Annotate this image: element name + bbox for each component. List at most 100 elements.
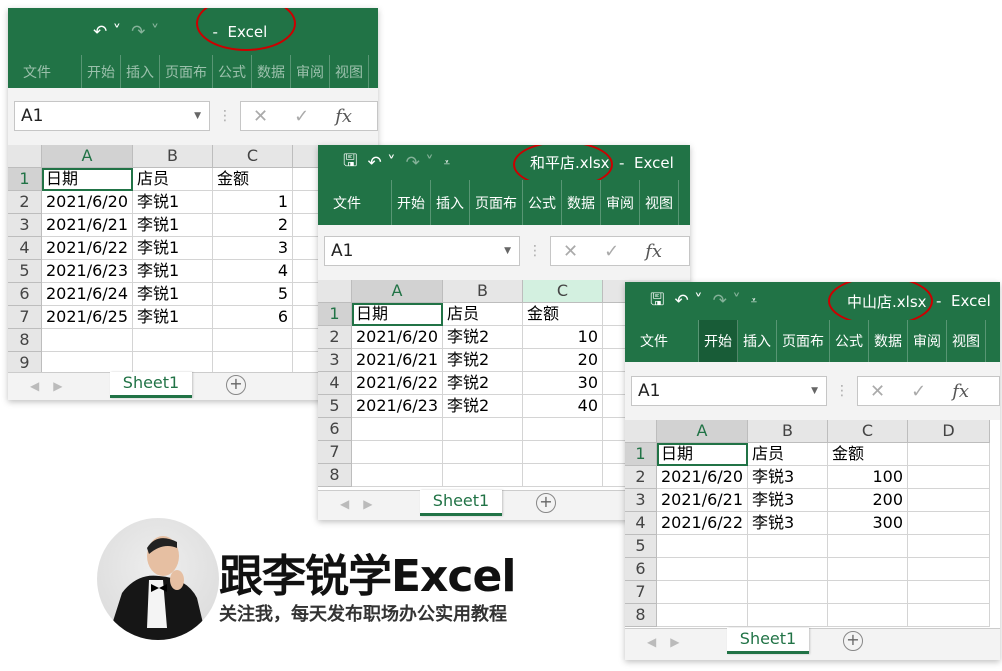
cell-A7[interactable]: 2021/6/25: [42, 306, 133, 329]
save-icon[interactable]: 🖫: [343, 148, 357, 177]
cell-A3[interactable]: 2021/6/21: [657, 489, 748, 512]
cell-A3[interactable]: 2021/6/21: [352, 349, 443, 372]
cell-B8[interactable]: [133, 329, 213, 352]
cell-B6[interactable]: [748, 558, 828, 581]
cell-A3[interactable]: 2021/6/21: [42, 214, 133, 237]
row-header[interactable]: 3: [318, 349, 352, 372]
cell-C6[interactable]: [828, 558, 908, 581]
cell-C6[interactable]: [523, 418, 603, 441]
enter-check-icon[interactable]: ✓: [294, 106, 309, 127]
cell-B1[interactable]: 店员: [133, 168, 213, 191]
cell-B3[interactable]: 李锐2: [443, 349, 523, 372]
cell-D5[interactable]: [908, 535, 990, 558]
insert-function-icon[interactable]: fx: [952, 381, 969, 402]
sheet-scroll-arrows-icon[interactable]: ◀▶: [647, 635, 693, 649]
cell-B2[interactable]: 李锐2: [443, 326, 523, 349]
cell-B2[interactable]: 李锐1: [133, 191, 213, 214]
ribbon-tab[interactable]: 公式: [830, 320, 869, 362]
cell-C4[interactable]: 3: [213, 237, 293, 260]
cell-B1[interactable]: 店员: [443, 303, 523, 326]
column-header[interactable]: A: [352, 280, 443, 303]
chevron-down-icon[interactable]: ▼: [811, 386, 818, 396]
cell-A2[interactable]: 2021/6/20: [352, 326, 443, 349]
cell-B5[interactable]: 李锐2: [443, 395, 523, 418]
row-header[interactable]: 7: [318, 441, 352, 464]
cell-A4[interactable]: 2021/6/22: [657, 512, 748, 535]
cell-B4[interactable]: 李锐1: [133, 237, 213, 260]
cancel-icon[interactable]: ✕: [870, 381, 885, 402]
sheet-tab[interactable]: Sheet1: [420, 490, 502, 516]
cell-C4[interactable]: 30: [523, 372, 603, 395]
ribbon-tab[interactable]: 公式: [213, 55, 252, 88]
select-all-corner[interactable]: [8, 145, 42, 168]
cell-B8[interactable]: [748, 604, 828, 627]
cell-A7[interactable]: [352, 441, 443, 464]
column-header[interactable]: D: [908, 420, 990, 443]
cell-A8[interactable]: [352, 464, 443, 487]
redo-icon[interactable]: ↷ ˅: [713, 291, 741, 311]
sheet-tab[interactable]: Sheet1: [110, 372, 192, 398]
select-all-corner[interactable]: [625, 420, 657, 443]
ribbon-tab[interactable]: 审阅: [291, 55, 330, 88]
cell-C1[interactable]: 金额: [828, 443, 908, 466]
row-header[interactable]: 4: [8, 237, 42, 260]
worksheet-grid[interactable]: A B C D 1 日期 店员 金额 2 2021/6/20 李锐3 100 3 2021/6/21 李锐3…: [625, 420, 1000, 628]
sheet-scroll-arrows-icon[interactable]: ◀▶: [30, 379, 76, 393]
cell-B3[interactable]: 李锐1: [133, 214, 213, 237]
ribbon-tab[interactable]: 文件: [635, 320, 699, 362]
cell-B5[interactable]: [748, 535, 828, 558]
cell-C3[interactable]: 20: [523, 349, 603, 372]
row-header[interactable]: 4: [318, 372, 352, 395]
column-header[interactable]: B: [443, 280, 523, 303]
cell-A2[interactable]: 2021/6/20: [42, 191, 133, 214]
cell-A8[interactable]: [657, 604, 748, 627]
row-header[interactable]: 7: [625, 581, 657, 604]
cell-B7[interactable]: 李锐1: [133, 306, 213, 329]
cell-D3[interactable]: [908, 489, 990, 512]
cell-A6[interactable]: [352, 418, 443, 441]
cell-A5[interactable]: [657, 535, 748, 558]
name-box[interactable]: A1 ▼: [631, 376, 827, 406]
add-sheet-icon[interactable]: +: [843, 631, 863, 651]
cell-C8[interactable]: [213, 329, 293, 352]
cell-B7[interactable]: [748, 581, 828, 604]
ribbon-tab[interactable]: 页面布: [160, 55, 213, 88]
row-header[interactable]: 2: [318, 326, 352, 349]
undo-icon[interactable]: ↶ ˅: [93, 22, 121, 42]
cell-A5[interactable]: 2021/6/23: [42, 260, 133, 283]
add-sheet-icon[interactable]: +: [536, 493, 556, 513]
cancel-icon[interactable]: ✕: [563, 241, 578, 262]
row-header[interactable]: 1: [8, 168, 42, 191]
cell-B3[interactable]: 李锐3: [748, 489, 828, 512]
cell-A1[interactable]: 日期: [42, 168, 133, 191]
cell-B2[interactable]: 李锐3: [748, 466, 828, 489]
cell-C5[interactable]: [828, 535, 908, 558]
cell-C5[interactable]: 4: [213, 260, 293, 283]
cell-B7[interactable]: [443, 441, 523, 464]
row-header[interactable]: 6: [318, 418, 352, 441]
row-header[interactable]: 6: [625, 558, 657, 581]
chevron-down-icon[interactable]: ▼: [504, 246, 511, 256]
column-header[interactable]: B: [133, 145, 213, 168]
cell-C7[interactable]: 6: [213, 306, 293, 329]
ribbon-tab[interactable]: 开始: [82, 55, 121, 88]
cell-A8[interactable]: [42, 329, 133, 352]
cell-B5[interactable]: 李锐1: [133, 260, 213, 283]
row-header[interactable]: 5: [8, 260, 42, 283]
cell-C7[interactable]: [523, 441, 603, 464]
row-header[interactable]: 5: [625, 535, 657, 558]
ribbon-tab[interactable]: 页面布: [777, 320, 830, 362]
ribbon-tab[interactable]: 插入: [738, 320, 777, 362]
cell-A4[interactable]: 2021/6/22: [352, 372, 443, 395]
cell-D2[interactable]: [908, 466, 990, 489]
cell-D4[interactable]: [908, 512, 990, 535]
ribbon-tab[interactable]: 数据: [252, 55, 291, 88]
column-header[interactable]: B: [748, 420, 828, 443]
row-header[interactable]: 8: [318, 464, 352, 487]
ribbon-tab[interactable]: 数据: [869, 320, 908, 362]
column-header[interactable]: A: [657, 420, 748, 443]
ribbon-tab[interactable]: 公式: [523, 180, 562, 225]
cell-A7[interactable]: [657, 581, 748, 604]
cell-C8[interactable]: [828, 604, 908, 627]
cell-A1[interactable]: 日期: [657, 443, 748, 466]
